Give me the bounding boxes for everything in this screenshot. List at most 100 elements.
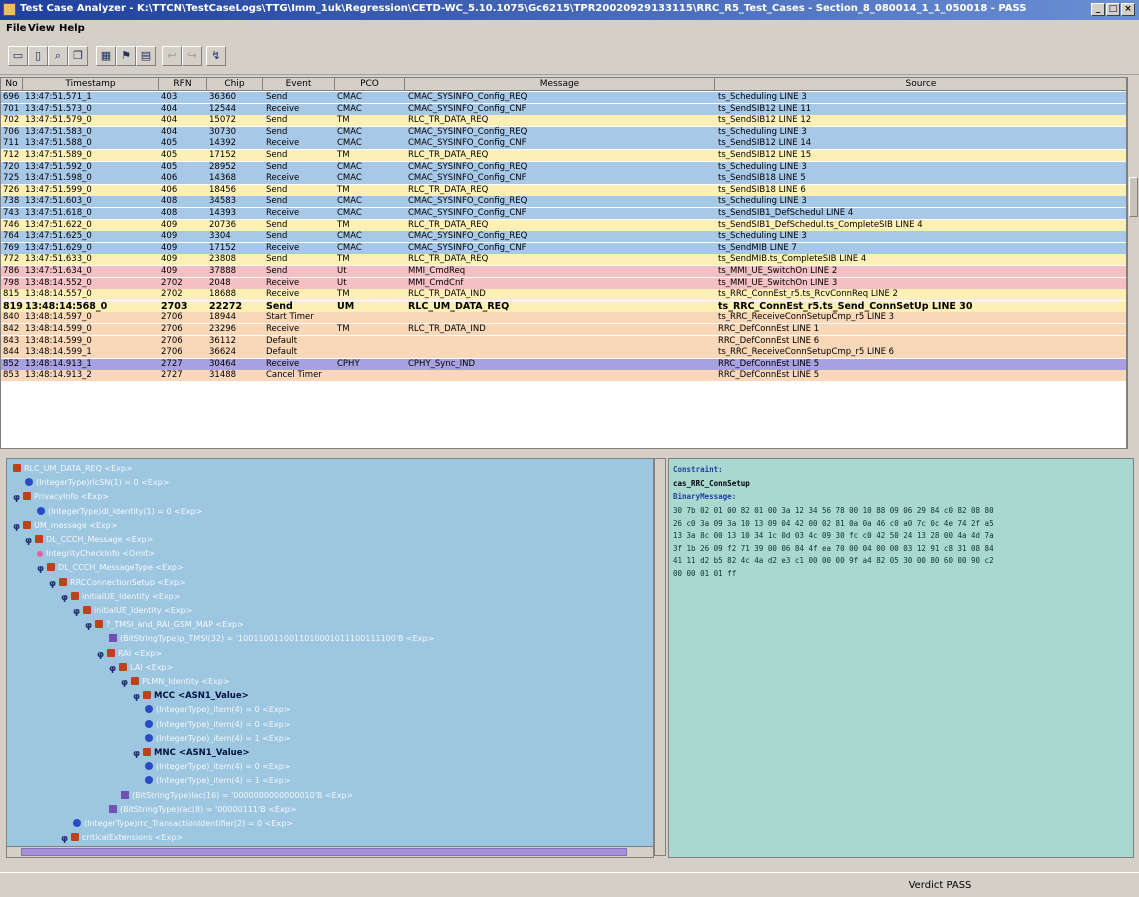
tree-node[interactable]: (IntegerType)_item(4) = 0 <Exp>: [145, 719, 291, 731]
table-row[interactable]: 798 13:48:14.552_0 2702 2048 Receive Ut MMI_Cm…: [1, 277, 1126, 289]
copy-icon[interactable]: ❐: [68, 46, 88, 66]
tree-node[interactable]: φ LAI <Exp>: [109, 662, 173, 674]
expand-toggle-icon[interactable]: φ: [13, 492, 20, 504]
table-row[interactable]: 843 13:48:14.599_0 2706 36112 Default RRC_Def…: [1, 335, 1126, 347]
tree-node[interactable]: (BitStringType)p_TMSI(32) = '10011001100…: [109, 633, 434, 645]
table-row[interactable]: 844 13:48:14.599_1 2706 36624 Default ts_RRC_…: [1, 347, 1126, 359]
cell-src: ts_SendSIB12 LINE 14: [718, 138, 812, 149]
tree-node[interactable]: (BitStringType)lac(16) = '00000000000000…: [121, 790, 353, 802]
close-button[interactable]: ×: [1121, 3, 1135, 16]
column-header-rfn[interactable]: RFN: [159, 78, 207, 91]
tree-node[interactable]: (IntegerType)_item(4) = 0 <Exp>: [145, 761, 291, 773]
menu-view[interactable]: View: [28, 23, 55, 34]
table-row[interactable]: 701 13:47:51.573_0 404 12544 Receive CMAC CMAC…: [1, 103, 1126, 115]
table-row[interactable]: 764 13:47:51.625_0 409 3304 Send CMAC CMAC_SYS…: [1, 231, 1126, 243]
tree-node[interactable]: φ MNC <ASN1_Value>: [133, 747, 250, 759]
tree-node[interactable]: (IntegerType)rlcSN(1) = 0 <Exp>: [25, 477, 169, 489]
tree-node[interactable]: (IntegerType)dl_Identity(1) = 0 <Exp>: [37, 506, 202, 518]
column-header-chip[interactable]: Chip: [207, 78, 263, 91]
tree-node[interactable]: IntegrityCheckInfo <Omit>: [37, 548, 155, 560]
expand-toggle-icon[interactable]: φ: [13, 521, 20, 533]
tree-node[interactable]: (IntegerType)rrc_TransactionIdentifier(2…: [73, 818, 293, 830]
table-row[interactable]: 720 13:47:51.592_0 405 28952 Send CMAC CMAC_SY…: [1, 161, 1126, 173]
column-header-no[interactable]: No: [1, 78, 23, 91]
open-icon[interactable]: ▭: [8, 46, 28, 66]
expand-toggle-icon[interactable]: φ: [49, 578, 56, 590]
tree-node[interactable]: φ DL_CCCH_Message <Exp>: [25, 534, 153, 546]
minimize-button[interactable]: _: [1091, 3, 1105, 16]
cell-src: ts_SendSIB1_DefSchedul LINE 4: [718, 208, 854, 218]
cell-pco: [335, 312, 405, 323]
table-row[interactable]: 815 13:48:14.557_0 2702 18688 Receive TM RLC_T…: [1, 289, 1126, 301]
find-icon[interactable]: ⌕: [48, 46, 68, 66]
tree-node[interactable]: φ PLMN_Identity <Exp>: [121, 676, 230, 688]
tree-node[interactable]: φ RRCConnectionSetup <Exp>: [49, 577, 186, 589]
new-icon[interactable]: ▯: [28, 46, 48, 66]
back-icon[interactable]: ↩: [162, 46, 182, 66]
expand-toggle-icon[interactable]: φ: [109, 663, 116, 675]
filter-icon[interactable]: ▦: [96, 46, 116, 66]
run-icon[interactable]: ↯: [206, 46, 226, 66]
table-row[interactable]: 726 13:47:51.599_0 406 18456 Send TM RLC_TR_DA…: [1, 184, 1126, 196]
tree-node[interactable]: φ initialUE_Identity <Exp>: [61, 591, 180, 603]
column-header-timestamp[interactable]: Timestamp: [23, 78, 159, 91]
table-row[interactable]: 696 13:47:51.571_1 403 36360 Send CMAC CMAC_SY…: [1, 92, 1126, 103]
column-header-source[interactable]: Source: [715, 78, 1126, 91]
tree-node[interactable]: (IntegerType)_item(4) = 0 <Exp>: [145, 704, 291, 716]
expand-toggle-icon[interactable]: φ: [85, 620, 92, 632]
tree-hscroll-thumb[interactable]: [21, 848, 627, 856]
expand-toggle-icon[interactable]: φ: [121, 677, 128, 689]
mark-icon[interactable]: ⚑: [116, 46, 136, 66]
table-row[interactable]: 852 13:48:14.913_1 2727 30464 Receive CPHY CPH…: [1, 358, 1126, 370]
menu-file[interactable]: File: [6, 23, 26, 34]
table-row[interactable]: 842 13:48:14.599_0 2706 23296 Receive TM RLC_T…: [1, 324, 1126, 335]
tree-node[interactable]: (BitStringType)rac(8) = '00000111'B <Exp…: [109, 804, 296, 816]
column-header-pco[interactable]: PCO: [335, 78, 405, 91]
tree-vertical-scrollbar[interactable]: [654, 458, 666, 856]
table-row[interactable]: 819 13:48:14:568_0 2703 22272 Send UM RLC_UM_D…: [1, 300, 1126, 312]
tree-node[interactable]: φ PrivacyInfo <Exp>: [13, 491, 109, 503]
table-row[interactable]: 743 13:47:51.618_0 408 14393 Receive CMAC CMAC…: [1, 208, 1126, 219]
table-row[interactable]: 786 13:47:51.634_0 409 37888 Send Ut MMI_CmdRe…: [1, 266, 1126, 277]
tree-node[interactable]: RLC_UM_DATA_REQ <Exp>: [13, 463, 133, 475]
cell-rfn: 2706: [161, 312, 183, 323]
tree-node[interactable]: φ MCC <ASN1_Value>: [133, 690, 249, 702]
maximize-button[interactable]: □: [1106, 3, 1120, 16]
table-row[interactable]: 738 13:47:51.603_0 408 34583 Send CMAC CMAC_SY…: [1, 196, 1126, 208]
tree-node[interactable]: φ ?_TMSI_and_RAI_GSM_MAP <Exp>: [85, 619, 244, 631]
expand-toggle-icon[interactable]: φ: [133, 748, 140, 760]
column-header-event[interactable]: Event: [263, 78, 335, 91]
menu-help[interactable]: Help: [59, 23, 85, 34]
table-row[interactable]: 772 13:47:51.633_0 409 23808 Send TM RLC_TR_DA…: [1, 254, 1126, 266]
expand-toggle-icon[interactable]: φ: [25, 535, 32, 547]
expand-toggle-icon[interactable]: φ: [61, 833, 68, 845]
tree-node[interactable]: (IntegerType)_item(4) = 1 <Exp>: [145, 733, 291, 745]
tree-node[interactable]: φ initialUE_Identity <Exp>: [73, 605, 192, 617]
table-row[interactable]: 840 13:48:14.597_0 2706 18944 Start Timer ts_…: [1, 312, 1126, 324]
table-row[interactable]: 712 13:47:51.589_0 405 17152 Send TM RLC_TR_DA…: [1, 150, 1126, 161]
table-row[interactable]: 746 13:47:51.622_0 409 20736 Send TM RLC_TR_DA…: [1, 219, 1126, 231]
table-row[interactable]: 706 13:47:51.583_0 404 30730 Send CMAC CMAC_SY…: [1, 126, 1126, 138]
table-row[interactable]: 853 13:48:14.913_2 2727 31488 Cancel Timer RR…: [1, 370, 1126, 382]
step-icon[interactable]: ▤: [136, 46, 156, 66]
tree-node[interactable]: (IntegerType)_item(4) = 1 <Exp>: [145, 775, 291, 787]
table-vertical-scrollbar[interactable]: [1127, 77, 1139, 449]
expand-toggle-icon[interactable]: φ: [133, 691, 140, 703]
expand-toggle-icon[interactable]: φ: [61, 592, 68, 604]
forward-icon[interactable]: ↪: [182, 46, 202, 66]
tree-node[interactable]: φ DL_CCCH_MessageType <Exp>: [37, 562, 184, 574]
cell-chip: 30730: [209, 126, 237, 137]
tree-horizontal-scrollbar[interactable]: [6, 846, 654, 858]
table-row[interactable]: 769 13:47:51.629_0 409 17152 Receive CMAC CMAC…: [1, 242, 1126, 254]
table-row[interactable]: 702 13:47:51.579_0 404 15072 Send TM RLC_TR_DA…: [1, 115, 1126, 127]
expand-toggle-icon[interactable]: φ: [97, 649, 104, 661]
table-scroll-thumb[interactable]: [1129, 177, 1138, 217]
table-row[interactable]: 725 13:47:51.598_0 406 14368 Receive CMAC CMAC…: [1, 173, 1126, 185]
tree-node[interactable]: φ RAI <Exp>: [97, 648, 162, 660]
tree-node[interactable]: φ criticalExtensions <Exp>: [61, 832, 183, 844]
table-row[interactable]: 711 13:47:51.588_0 405 14392 Receive CMAC CMAC…: [1, 138, 1126, 150]
expand-toggle-icon[interactable]: φ: [73, 606, 80, 618]
column-header-message[interactable]: Message: [405, 78, 715, 91]
tree-node[interactable]: φ UM_message <Exp>: [13, 520, 118, 532]
expand-toggle-icon[interactable]: φ: [37, 563, 44, 575]
